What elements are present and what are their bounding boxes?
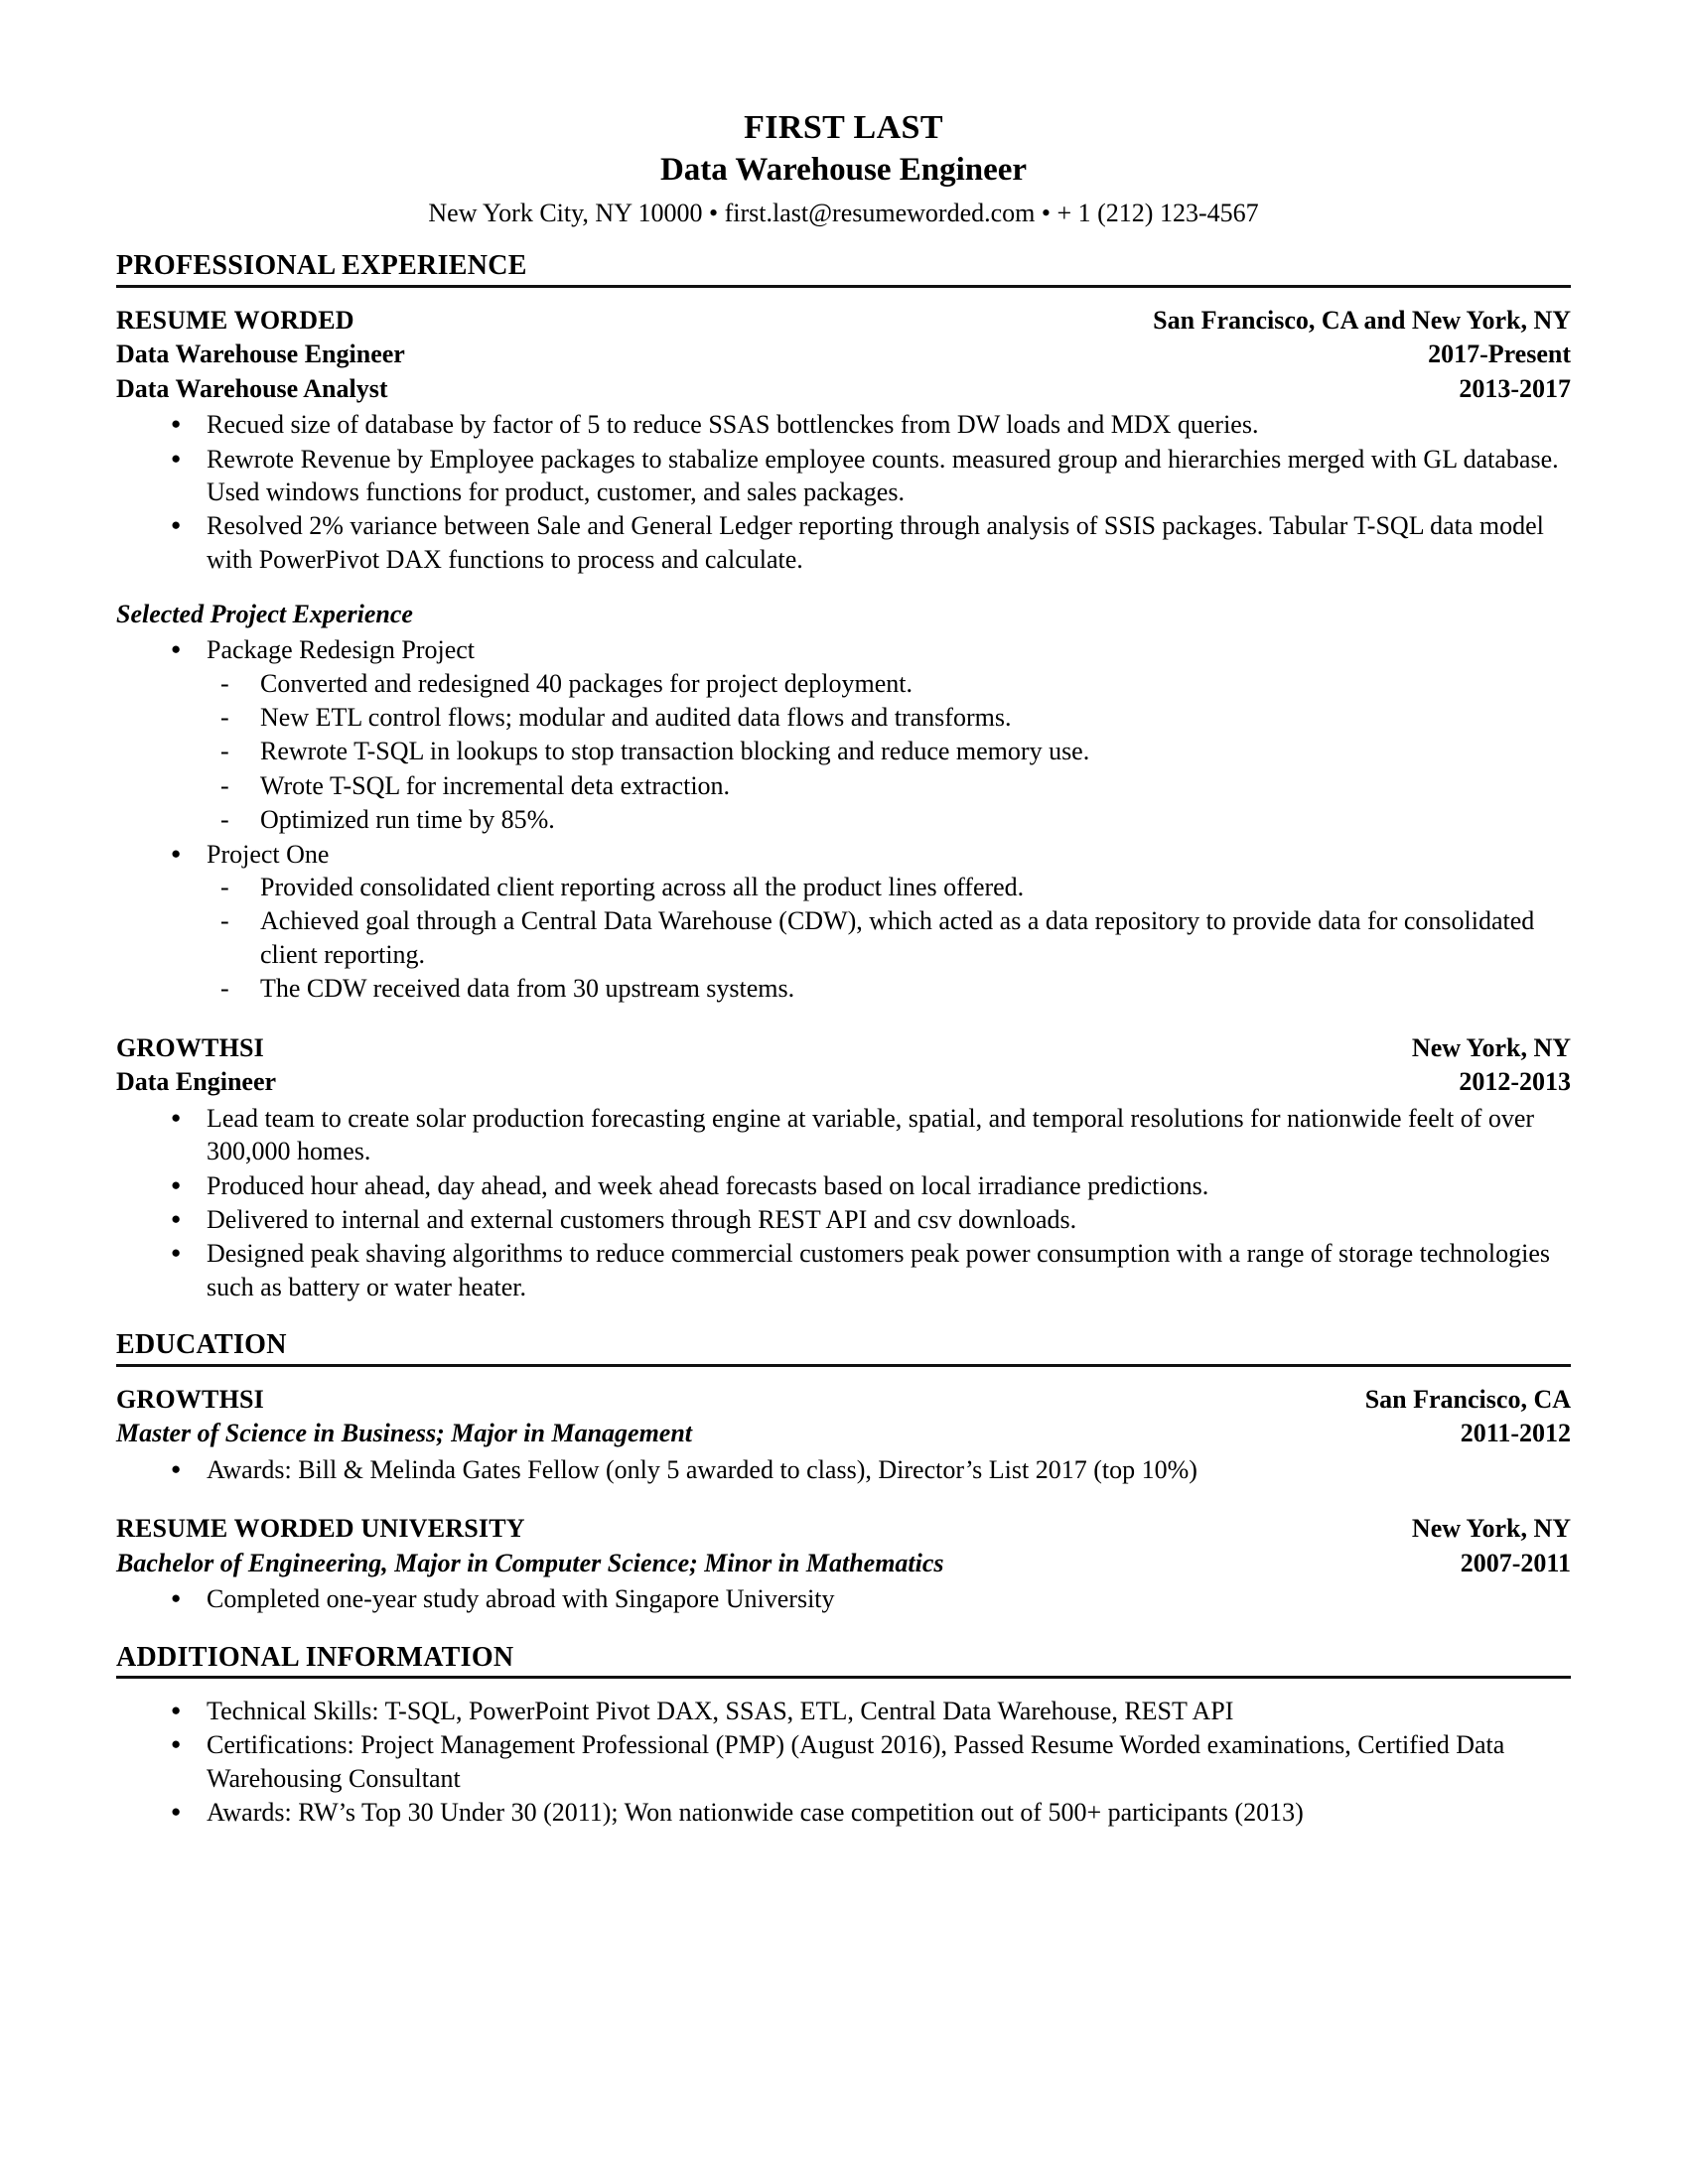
selected-projects-heading: Selected Project Experience [116, 600, 413, 629]
project-detail-item: Provided consolidated client reporting a… [207, 871, 1571, 904]
bullet-item: Produced hour ahead, day ahead, and week… [116, 1168, 1571, 1202]
section-title-experience: PROFESSIONAL EXPERIENCE [116, 250, 1571, 288]
project-item: Project One Provided consolidated client… [116, 837, 1571, 1006]
school-name: GROWTHSI [116, 1384, 264, 1414]
project-list: Package Redesign Project Converted and r… [116, 632, 1571, 1006]
bullet-item: Awards: RW’s Top 30 Under 30 (2011); Won… [116, 1795, 1571, 1829]
entry-header-row: GROWTHSI San Francisco, CA [116, 1383, 1571, 1418]
entry-degree-row: Bachelor of Engineering, Major in Comput… [116, 1547, 1571, 1581]
education-dates: 2011-2012 [1460, 1419, 1571, 1448]
entry-header-row: GROWTHSI New York, NY [116, 1031, 1571, 1066]
project-detail-list: Converted and redesigned 40 packages for… [207, 667, 1571, 837]
additional-bullet-list: Technical Skills: T-SQL, PowerPoint Pivo… [116, 1694, 1571, 1830]
bullet-item: Awards: Bill & Melinda Gates Fellow (onl… [116, 1452, 1571, 1486]
bullet-item: Delivered to internal and external custo… [116, 1202, 1571, 1236]
resume-header: FIRST LAST Data Warehouse Engineer New Y… [116, 107, 1571, 230]
school-location: New York, NY [1411, 1514, 1571, 1544]
bullet-item: Completed one-year study abroad with Sin… [116, 1581, 1571, 1615]
job-dates: 2013-2017 [1459, 373, 1571, 403]
project-detail-item: Converted and redesigned 40 packages for… [207, 667, 1571, 701]
degree-title: Bachelor of Engineering, Major in Comput… [116, 1548, 944, 1577]
school-location: San Francisco, CA [1364, 1384, 1571, 1414]
bullet-item: Resolved 2% variance between Sale and Ge… [116, 508, 1571, 576]
resume-page: FIRST LAST Data Warehouse Engineer New Y… [0, 0, 1688, 2184]
bullet-item: Certifications: Project Management Profe… [116, 1727, 1571, 1795]
job-dates: 2017-Present [1428, 340, 1571, 369]
bullet-item: Rewrote Revenue by Employee packages to … [116, 442, 1571, 509]
project-detail-item: Wrote T-SQL for incremental deta extract… [207, 769, 1571, 803]
contact-line: New York City, NY 10000 • first.last@res… [428, 199, 1259, 228]
degree-title: Master of Science in Business; Major in … [116, 1419, 693, 1448]
employer-location: New York, NY [1411, 1032, 1571, 1062]
section-title-education: EDUCATION [116, 1329, 1571, 1367]
job-bullet-list: Lead team to create solar production for… [116, 1101, 1571, 1303]
bullet-item: Lead team to create solar production for… [116, 1101, 1571, 1168]
education-dates: 2007-2011 [1460, 1548, 1571, 1577]
project-detail-item: Achieved goal through a Central Data War… [207, 904, 1571, 971]
section-title-additional: ADDITIONAL INFORMATION [116, 1642, 1571, 1679]
entry-role-row: Data Engineer 2012-2013 [116, 1065, 1571, 1100]
education-bullet-list: Completed one-year study abroad with Sin… [116, 1581, 1571, 1615]
entry-role-row: Data Warehouse Analyst 2013-2017 [116, 372, 1571, 407]
project-detail-item: Optimized run time by 85%. [207, 803, 1571, 837]
employer-name: GROWTHSI [116, 1032, 264, 1062]
candidate-name: FIRST LAST [744, 109, 943, 146]
project-name: Project One [207, 839, 330, 869]
bullet-item: Technical Skills: T-SQL, PowerPoint Pivo… [116, 1694, 1571, 1727]
school-name: RESUME WORDED UNIVERSITY [116, 1514, 525, 1544]
section-professional-experience: PROFESSIONAL EXPERIENCE RESUME WORDED Sa… [116, 250, 1571, 1303]
candidate-headline: Data Warehouse Engineer [659, 152, 1028, 189]
project-item: Package Redesign Project Converted and r… [116, 632, 1571, 837]
experience-entry: RESUME WORDED San Francisco, CA and New … [116, 304, 1571, 1006]
project-detail-list: Provided consolidated client reporting a… [207, 871, 1571, 1006]
job-dates: 2012-2013 [1459, 1067, 1571, 1097]
entry-role-row: Data Warehouse Engineer 2017-Present [116, 338, 1571, 372]
employer-location: San Francisco, CA and New York, NY [1153, 305, 1571, 335]
entry-header-row: RESUME WORDED San Francisco, CA and New … [116, 304, 1571, 339]
education-bullet-list: Awards: Bill & Melinda Gates Fellow (onl… [116, 1452, 1571, 1486]
section-additional-information: ADDITIONAL INFORMATION Technical Skills:… [116, 1642, 1571, 1830]
section-education: EDUCATION GROWTHSI San Francisco, CA Mas… [116, 1329, 1571, 1615]
job-title: Data Warehouse Engineer [116, 340, 405, 369]
project-name: Package Redesign Project [207, 635, 476, 665]
job-title: Data Engineer [116, 1067, 277, 1097]
education-entry: RESUME WORDED UNIVERSITY New York, NY Ba… [116, 1512, 1571, 1616]
experience-entry: GROWTHSI New York, NY Data Engineer 2012… [116, 1031, 1571, 1304]
bullet-item: Designed peak shaving algorithms to redu… [116, 1236, 1571, 1303]
education-entry: GROWTHSI San Francisco, CA Master of Sci… [116, 1383, 1571, 1487]
project-detail-item: New ETL control flows; modular and audit… [207, 701, 1571, 735]
bullet-item: Recued size of database by factor of 5 t… [116, 407, 1571, 441]
project-detail-item: The CDW received data from 30 upstream s… [207, 972, 1571, 1006]
job-bullet-list: Recued size of database by factor of 5 t… [116, 407, 1571, 576]
project-detail-item: Rewrote T-SQL in lookups to stop transac… [207, 735, 1571, 768]
job-title: Data Warehouse Analyst [116, 373, 388, 403]
employer-name: RESUME WORDED [116, 305, 354, 335]
entry-degree-row: Master of Science in Business; Major in … [116, 1417, 1571, 1451]
entry-header-row: RESUME WORDED UNIVERSITY New York, NY [116, 1512, 1571, 1547]
